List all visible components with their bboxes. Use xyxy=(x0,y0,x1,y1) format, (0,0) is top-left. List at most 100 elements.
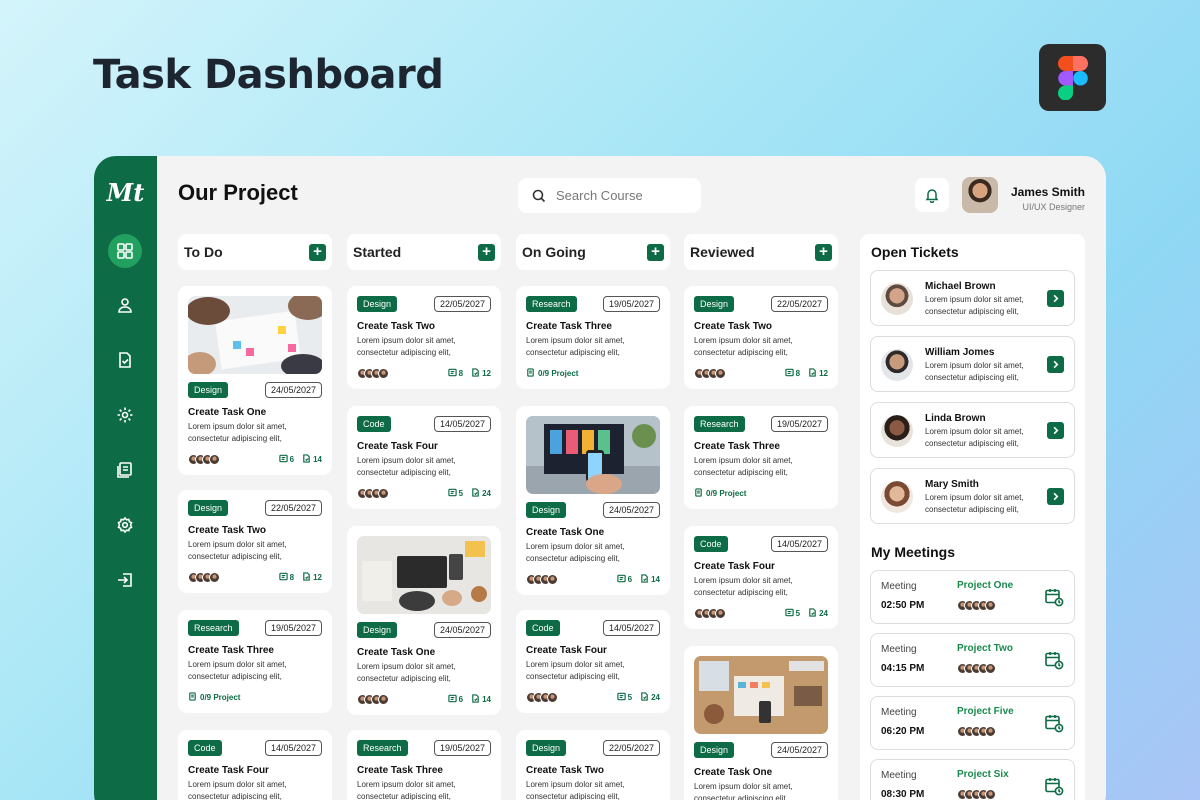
meeting-item[interactable]: Meeting 02:50 PM Project One xyxy=(870,570,1075,624)
task-tag: Research xyxy=(526,296,577,312)
task-card[interactable]: Research 19/05/2027 Create Task Three Lo… xyxy=(684,406,838,509)
task-title: Create Task Four xyxy=(694,561,775,572)
comment-icon xyxy=(278,454,288,465)
task-card[interactable]: Design 22/05/2027 Create Task Two Lorem … xyxy=(178,490,332,593)
assignee-avatars xyxy=(526,691,558,703)
ticket-description: Lorem ipsum dolor sit amet, consectetur … xyxy=(925,427,1024,448)
task-description: Lorem ipsum dolor sit amet, consectetur … xyxy=(694,576,793,597)
file-icon xyxy=(302,453,311,465)
search-input[interactable] xyxy=(556,188,686,203)
comment-icon xyxy=(616,574,626,585)
task-card[interactable]: Design 24/05/2027 Create Task One Lorem … xyxy=(516,406,670,595)
reports-nav-icon[interactable] xyxy=(108,453,142,487)
task-card[interactable]: Design 22/05/2027 Create Task Two Lorem … xyxy=(516,730,670,800)
task-date: 19/05/2027 xyxy=(433,740,491,756)
ticket-avatar xyxy=(881,349,913,381)
task-card[interactable]: Code 14/05/2027 Create Task Four Lorem i… xyxy=(516,610,670,713)
calendar-clock-icon[interactable] xyxy=(1044,776,1064,800)
ticket-item[interactable]: Linda Brown Lorem ipsum dolor sit amet, … xyxy=(870,402,1075,458)
task-card[interactable]: Design 24/05/2027 Create Task One Lorem … xyxy=(347,526,501,715)
ticket-item[interactable]: Mary Smith Lorem ipsum dolor sit amet, c… xyxy=(870,468,1075,524)
calendar-clock-icon[interactable] xyxy=(1044,713,1064,738)
notification-bell-icon[interactable] xyxy=(915,178,949,212)
file-icon xyxy=(640,573,649,585)
task-description: Lorem ipsum dolor sit amet, consectetur … xyxy=(526,660,625,681)
column-title: Reviewed xyxy=(690,244,755,260)
chevron-right-icon[interactable] xyxy=(1047,488,1064,505)
task-description: Lorem ipsum dolor sit amet, consectetur … xyxy=(526,336,625,357)
dashboard-nav-icon[interactable] xyxy=(108,234,142,268)
task-card[interactable]: Research 19/05/2027 Create Task Three Lo… xyxy=(347,730,501,800)
add-task-button[interactable]: + xyxy=(647,243,664,261)
file-icon xyxy=(471,693,480,705)
task-tag: Code xyxy=(694,536,728,552)
file-count: 14 xyxy=(471,693,491,705)
meeting-label: Meeting xyxy=(881,770,917,781)
task-card[interactable]: Research 19/05/2027 Create Task Three Lo… xyxy=(178,610,332,713)
meeting-item[interactable]: Meeting 06:20 PM Project Five xyxy=(870,696,1075,750)
ticket-name: Michael Brown xyxy=(925,281,996,292)
comment-icon xyxy=(447,488,457,499)
ticket-name: Mary Smith xyxy=(925,479,979,490)
add-task-button[interactable]: + xyxy=(478,243,495,261)
add-task-button[interactable]: + xyxy=(815,243,832,261)
search-icon xyxy=(532,189,546,202)
task-title: Create Task One xyxy=(188,407,267,418)
file-count: 12 xyxy=(302,571,322,583)
task-date: 24/05/2027 xyxy=(264,382,322,398)
file-icon xyxy=(471,487,480,499)
file-count: 12 xyxy=(808,367,828,379)
preferences-nav-icon[interactable] xyxy=(108,508,142,542)
meeting-item[interactable]: Meeting 08:30 PM Project Six xyxy=(870,759,1075,800)
task-card[interactable]: Design 24/05/2027 Create Task One Lorem … xyxy=(684,646,838,800)
calendar-clock-icon[interactable] xyxy=(1044,587,1064,612)
project-icon xyxy=(694,487,703,499)
task-description: Lorem ipsum dolor sit amet, consectetur … xyxy=(188,540,287,561)
comment-count: 8 xyxy=(784,368,800,379)
project-progress: 0/9 Project xyxy=(526,367,578,379)
assignee-avatars xyxy=(694,367,726,379)
comment-count: 5 xyxy=(616,692,632,703)
calendar-clock-icon[interactable] xyxy=(1044,650,1064,675)
meeting-project: Project Six xyxy=(957,769,1009,780)
comment-count: 6 xyxy=(616,574,632,585)
meeting-item[interactable]: Meeting 04:15 PM Project Two xyxy=(870,633,1075,687)
task-thumbnail xyxy=(357,536,491,614)
task-description: Lorem ipsum dolor sit amet, consectetur … xyxy=(188,660,287,681)
task-card[interactable]: Code 14/05/2027 Create Task Four Lorem i… xyxy=(684,526,838,629)
chevron-right-icon[interactable] xyxy=(1047,290,1064,307)
user-avatar[interactable] xyxy=(962,177,998,213)
assignee-avatars xyxy=(357,487,389,499)
ticket-item[interactable]: Michael Brown Lorem ipsum dolor sit amet… xyxy=(870,270,1075,326)
ticket-avatar xyxy=(881,283,913,315)
task-card[interactable]: Design 24/05/2027 Create Task One Lorem … xyxy=(178,286,332,475)
task-date: 19/05/2027 xyxy=(602,296,660,312)
ticket-description: Lorem ipsum dolor sit amet, consectetur … xyxy=(925,295,1024,316)
chevron-right-icon[interactable] xyxy=(1047,422,1064,439)
task-card[interactable]: Code 14/05/2027 Create Task Four Lorem i… xyxy=(178,730,332,800)
page-title: Our Project xyxy=(178,180,298,205)
task-title: Create Task Two xyxy=(357,321,435,332)
task-tag: Research xyxy=(188,620,239,636)
document-check-nav-icon[interactable] xyxy=(108,343,142,377)
add-task-button[interactable]: + xyxy=(309,243,326,261)
chevron-right-icon[interactable] xyxy=(1047,356,1064,373)
project-icon xyxy=(188,691,197,703)
logout-nav-icon[interactable] xyxy=(108,563,142,597)
task-card[interactable]: Design 22/05/2027 Create Task Two Lorem … xyxy=(347,286,501,389)
meeting-attendees xyxy=(957,789,996,800)
settings-nav-icon[interactable] xyxy=(108,398,142,432)
assignee-avatars xyxy=(526,573,558,585)
task-title: Create Task Two xyxy=(526,765,604,776)
comment-icon xyxy=(447,694,457,705)
task-date: 14/05/2027 xyxy=(770,536,828,552)
ticket-item[interactable]: William Jomes Lorem ipsum dolor sit amet… xyxy=(870,336,1075,392)
task-card[interactable]: Code 14/05/2027 Create Task Four Lorem i… xyxy=(347,406,501,509)
profile-nav-icon[interactable] xyxy=(108,288,142,322)
search-bar[interactable] xyxy=(518,178,701,213)
meeting-project: Project Two xyxy=(957,643,1013,654)
task-card[interactable]: Design 22/05/2027 Create Task Two Lorem … xyxy=(684,286,838,389)
assignee-avatars xyxy=(694,607,726,619)
task-card[interactable]: Research 19/05/2027 Create Task Three Lo… xyxy=(516,286,670,389)
task-date: 22/05/2027 xyxy=(433,296,491,312)
